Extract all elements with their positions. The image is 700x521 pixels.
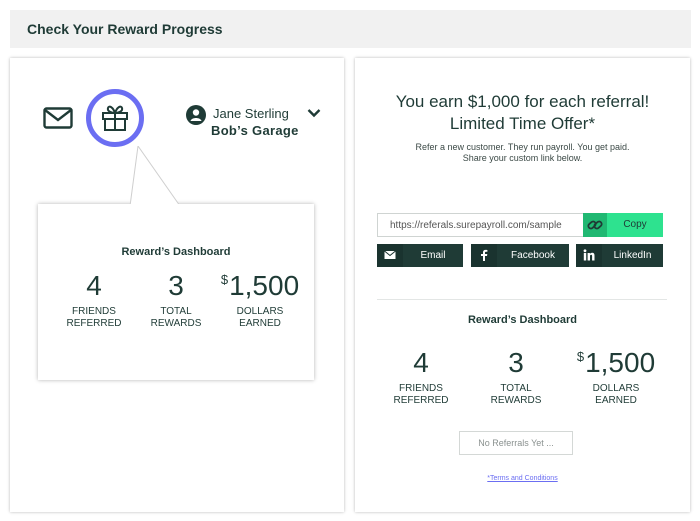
dashboard-title: Reward’s Dashboard xyxy=(121,246,231,258)
offer-description-line: Refer a new customer. They run payroll. … xyxy=(415,142,630,152)
offer-description-line: Share your custom link below. xyxy=(462,153,583,163)
page-title: Check Your Reward Progress xyxy=(27,21,223,37)
terms-and-conditions-link[interactable]: *Terms and Conditions xyxy=(355,475,690,482)
stat-dollars-earned: $1,500 DOLLARS EARNED xyxy=(212,272,308,330)
stat-friends-referred: 4 FRIENDS REFERRED xyxy=(385,349,457,407)
user-name: Jane Sterling xyxy=(213,106,289,121)
stat-label: FRIENDS REFERRED xyxy=(385,383,457,407)
gift-button[interactable] xyxy=(86,89,144,147)
stat-label-line: EARNED xyxy=(595,395,637,406)
rewards-dashboard-popover: Reward’s Dashboard 4 FRIENDS REFERRED 3 … xyxy=(38,204,314,380)
copy-label: Copy xyxy=(623,219,647,230)
stat-label-line: EARNED xyxy=(239,318,281,329)
reward-progress-panel: Jane Sterling Bob’s Garage Reward’s Dash… xyxy=(10,58,344,512)
referral-link-input[interactable] xyxy=(377,213,583,237)
dashboard-title: Reward’s Dashboard xyxy=(467,314,577,326)
email-share-button[interactable]: Email xyxy=(377,244,463,267)
chevron-down-icon[interactable] xyxy=(307,108,321,118)
stat-label-line: REWARDS xyxy=(490,395,542,406)
currency-symbol: $ xyxy=(220,272,229,287)
envelope-icon xyxy=(384,250,396,259)
share-icon-box xyxy=(377,244,403,267)
stat-dollars-earned: $1,500 DOLLARS EARNED xyxy=(567,349,665,407)
stat-value: 1,500 xyxy=(229,270,300,301)
stat-label-line: REFERRED xyxy=(393,395,449,406)
popover-tail xyxy=(128,146,188,208)
offer-heading-line: Limited Time Offer* xyxy=(449,114,596,133)
stat-value: 1,500 xyxy=(585,347,656,378)
stat-number: 3 xyxy=(168,270,184,301)
facebook-icon xyxy=(481,249,488,261)
stat-label: DOLLARS EARNED xyxy=(567,383,665,407)
stat-label: FRIENDS REFERRED xyxy=(60,306,128,330)
stat-label-line: REFERRED xyxy=(66,318,122,329)
offer-heading: You earn $1,000 for each referral! Limit… xyxy=(355,91,690,135)
stat-label: DOLLARS EARNED xyxy=(212,306,308,330)
facebook-label: Facebook xyxy=(511,250,555,261)
stat-number: 4 xyxy=(413,347,429,378)
copy-link-button[interactable]: Copy xyxy=(583,213,663,237)
link-icon xyxy=(587,220,603,230)
divider xyxy=(377,299,667,300)
stat-label-line: FRIENDS xyxy=(72,306,116,317)
linkedin-icon xyxy=(583,249,595,261)
stat-label: TOTAL REWARDS xyxy=(480,383,552,407)
offer-heading-line: You earn $1,000 for each referral! xyxy=(395,92,650,111)
user-company: Bob’s Garage xyxy=(211,123,299,138)
stat-label-line: TOTAL xyxy=(500,383,532,394)
stat-total-rewards: 3 TOTAL REWARDS xyxy=(480,349,552,407)
stat-label-line: TOTAL xyxy=(160,306,192,317)
share-icon-box xyxy=(576,244,602,267)
stat-friends-referred: 4 FRIENDS REFERRED xyxy=(60,272,128,330)
stat-label: TOTAL REWARDS xyxy=(142,306,210,330)
linkedin-label: LinkedIn xyxy=(613,250,652,261)
no-referrals-message: No Referrals Yet ... xyxy=(459,431,573,455)
stat-number: $1,500 xyxy=(212,272,308,300)
stat-number: 3 xyxy=(508,347,524,378)
email-label: Email xyxy=(420,250,446,261)
offer-description: Refer a new customer. They run payroll. … xyxy=(355,142,690,164)
currency-symbol: $ xyxy=(576,349,585,364)
link-icon-box xyxy=(583,213,607,237)
stat-label-line: DOLLARS xyxy=(236,306,284,317)
mail-icon[interactable] xyxy=(43,107,73,129)
stat-label-line: REWARDS xyxy=(150,318,202,329)
stat-number: 4 xyxy=(86,270,102,301)
share-icon-box xyxy=(471,244,497,267)
facebook-share-button[interactable]: Facebook xyxy=(471,244,569,267)
stat-label-line: DOLLARS xyxy=(592,383,640,394)
gift-icon xyxy=(102,105,128,131)
stat-total-rewards: 3 TOTAL REWARDS xyxy=(142,272,210,330)
referral-offer-panel: You earn $1,000 for each referral! Limit… xyxy=(355,58,690,512)
stat-label-line: FRIENDS xyxy=(399,383,443,394)
linkedin-share-button[interactable]: LinkedIn xyxy=(576,244,663,267)
user-avatar-icon xyxy=(186,105,206,125)
page-header: Check Your Reward Progress xyxy=(10,10,691,48)
stat-number: $1,500 xyxy=(567,349,665,377)
